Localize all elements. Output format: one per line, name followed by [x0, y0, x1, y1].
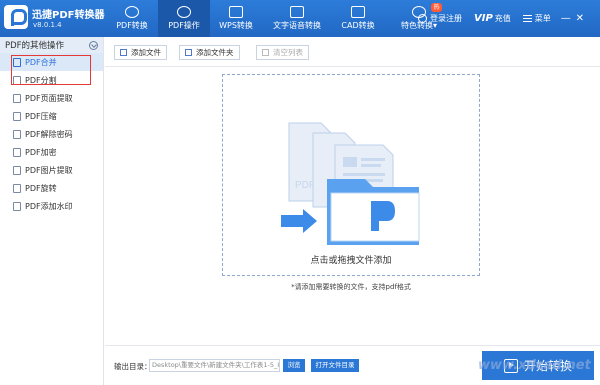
main-nav: PDF转换 PDF操作 WPS转换 文字语音转换 CAD转换 热 特色转换▾	[106, 0, 454, 37]
refresh-icon	[125, 6, 139, 18]
title-bar: 迅捷PDF转换器 v8.0.1.4 PDF转换 PDF操作 WPS转换 文字语音…	[0, 0, 600, 37]
vip-label: VIP	[474, 13, 493, 24]
toolbar: 添加文件 添加文件夹 清空列表	[105, 37, 600, 67]
sidebar-header[interactable]: PDF的其他操作	[0, 37, 103, 53]
rotate-icon	[13, 183, 21, 193]
tab-label: PDF转换	[116, 21, 148, 30]
recharge-label: 充值	[494, 14, 511, 23]
sidebar-item-label: PDF分割	[25, 75, 57, 85]
tab-pdf-convert[interactable]: PDF转换	[106, 0, 158, 37]
sidebar-item-pdf-encrypt[interactable]: PDF加密	[0, 143, 103, 161]
watermark-icon	[13, 201, 21, 211]
merge-icon	[13, 57, 21, 67]
clear-list-label: 清空列表	[273, 48, 303, 57]
sidebar-item-pdf-compress[interactable]: PDF压缩	[0, 107, 103, 125]
add-folder-button[interactable]: 添加文件夹	[179, 45, 240, 60]
sidebar: PDF的其他操作 PDF合并 PDF分割 PDF页面提取 PDF压缩 PDF解除…	[0, 37, 104, 385]
tab-label: PDF操作	[168, 21, 200, 30]
add-folder-icon	[185, 49, 192, 56]
sidebar-item-add-watermark[interactable]: PDF添加水印	[0, 197, 103, 215]
menu-label: 菜单	[534, 14, 551, 23]
sidebar-item-label: PDF合并	[25, 57, 57, 67]
format-hint: *请添加需要转换的文件，支持pdf格式	[291, 283, 411, 291]
drop-zone-text: 点击或拖拽文件添加	[310, 256, 392, 266]
sidebar-item-label: PDF页面提取	[25, 93, 73, 103]
login-label: 登录注册	[430, 14, 462, 23]
browse-button[interactable]: 浏览	[283, 359, 305, 372]
audio-icon	[290, 6, 304, 18]
site-watermark: www.xdcad.net	[478, 358, 591, 373]
split-icon	[13, 75, 21, 85]
tab-text-speech[interactable]: 文字语音转换	[262, 0, 332, 37]
pdf-folder-illustration: PDF	[281, 122, 420, 245]
sidebar-item-label: PDF压缩	[25, 111, 57, 121]
add-folder-label: 添加文件夹	[196, 48, 234, 57]
minimize-button[interactable]: —	[559, 13, 573, 24]
trash-icon	[262, 49, 269, 56]
add-file-label: 添加文件	[131, 48, 161, 57]
tab-pdf-operations[interactable]: PDF操作	[158, 0, 210, 37]
sidebar-item-pdf-split[interactable]: PDF分割	[0, 71, 103, 89]
lock-icon	[13, 147, 21, 157]
output-dir-field[interactable]: Desktop\重要文件\新建文件夹\工作表1-5_IMG	[149, 359, 280, 372]
close-button[interactable]: ✕	[573, 13, 587, 24]
add-file-button[interactable]: 添加文件	[114, 45, 167, 60]
output-dir-label: 输出目录：	[114, 362, 152, 371]
image-icon	[13, 165, 21, 175]
menu-button[interactable]: 菜单	[522, 13, 551, 24]
collapse-icon	[89, 40, 98, 50]
top-right-actions: 登录注册 VIP 充值 菜单 — ✕	[418, 0, 587, 37]
sidebar-list: PDF合并 PDF分割 PDF页面提取 PDF压缩 PDF解除密码 PDF加密 …	[0, 53, 103, 215]
app-logo-icon	[4, 5, 28, 29]
tab-cad-convert[interactable]: CAD转换	[332, 0, 384, 37]
cad-icon	[351, 6, 365, 18]
tab-wps-convert[interactable]: WPS转换	[210, 0, 262, 37]
user-icon	[418, 14, 427, 23]
sidebar-item-label: PDF加密	[25, 147, 57, 157]
sidebar-item-pdf-rotate[interactable]: PDF旋转	[0, 179, 103, 197]
sidebar-item-label: PDF添加水印	[25, 201, 73, 211]
tab-label: 文字语音转换	[273, 21, 321, 30]
unlock-icon	[13, 129, 21, 139]
document-icon	[229, 6, 243, 18]
sidebar-item-label: PDF旋转	[25, 183, 57, 193]
sidebar-item-page-extract[interactable]: PDF页面提取	[0, 89, 103, 107]
sidebar-item-image-extract[interactable]: PDF图片提取	[0, 161, 103, 179]
settings-icon	[177, 6, 191, 18]
tab-label: WPS转换	[219, 21, 253, 30]
sidebar-item-label: PDF图片提取	[25, 165, 73, 175]
clear-list-button[interactable]: 清空列表	[256, 45, 309, 60]
sidebar-item-pdf-merge[interactable]: PDF合并	[0, 53, 103, 71]
compress-icon	[13, 111, 21, 121]
file-drop-zone[interactable]: PDF 点击或拖拽文件添加	[222, 74, 480, 276]
page-extract-icon	[13, 93, 21, 103]
vip-recharge-button[interactable]: VIP 充值	[474, 13, 511, 24]
tab-label: CAD转换	[341, 21, 375, 30]
sidebar-header-label: PDF的其他操作	[5, 41, 65, 51]
login-register-button[interactable]: 登录注册	[418, 13, 462, 24]
app-version: v8.0.1.4	[33, 21, 62, 29]
menu-icon	[522, 15, 532, 22]
open-dir-button[interactable]: 打开文件目录	[311, 359, 359, 372]
app-title: 迅捷PDF转换器	[32, 10, 105, 21]
add-file-icon	[120, 49, 127, 56]
svg-text:PDF: PDF	[295, 180, 315, 191]
sidebar-item-remove-password[interactable]: PDF解除密码	[0, 125, 103, 143]
sidebar-item-label: PDF解除密码	[25, 129, 73, 139]
